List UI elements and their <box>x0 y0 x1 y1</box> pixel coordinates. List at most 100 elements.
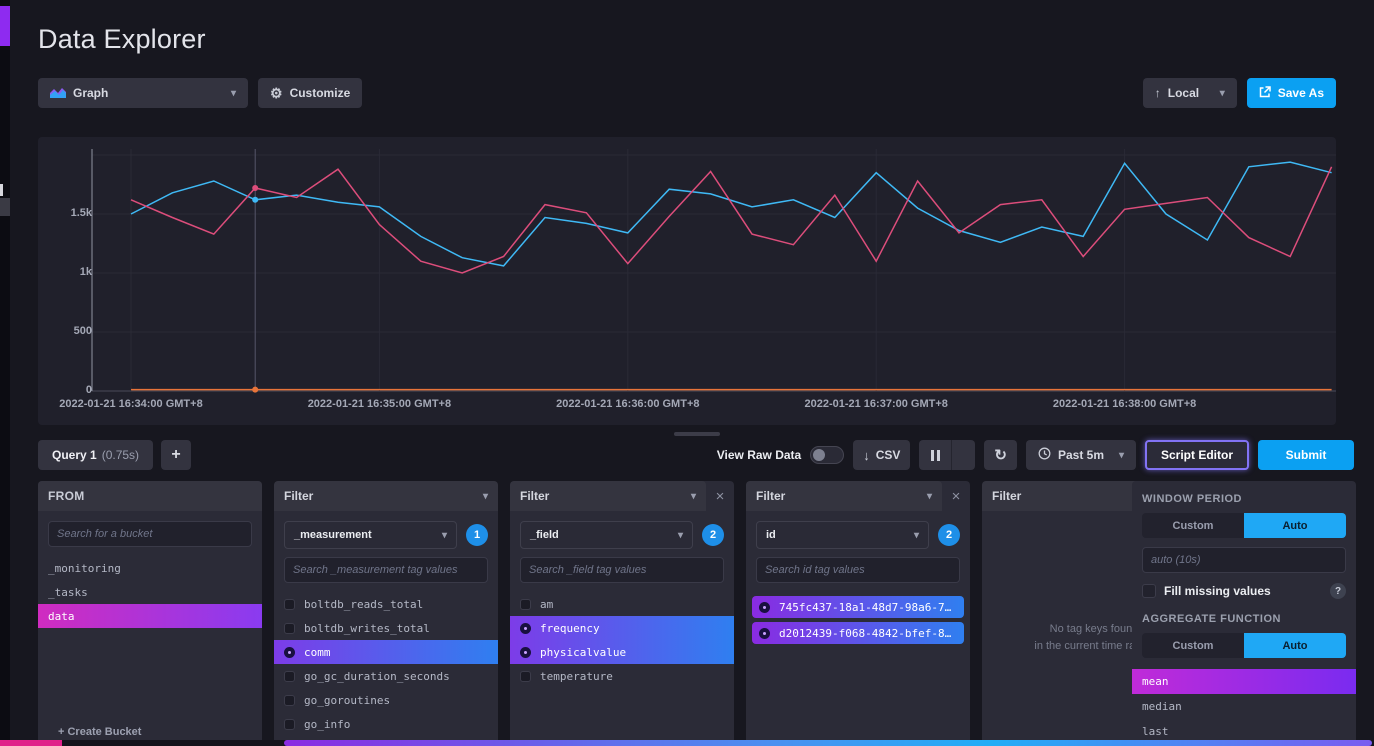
tag-key-dropdown[interactable]: id <box>756 521 929 549</box>
pause-options-button[interactable] <box>951 440 975 470</box>
checkbox-icon <box>284 719 295 730</box>
field-item[interactable]: temperature <box>510 664 734 688</box>
id-value-item[interactable]: d2012439-f068-4842-bfef-8… <box>752 622 964 644</box>
filter-type-dropdown[interactable]: Filter <box>510 481 706 511</box>
measurement-item[interactable]: boltdb_writes_total <box>274 616 498 640</box>
aggregate-function-list: mean median last <box>1132 669 1356 746</box>
from-card: FROM _monitoring_tasksdata + Create Buck… <box>38 481 262 746</box>
window-period-input[interactable] <box>1142 547 1346 573</box>
id-search-input[interactable] <box>756 557 960 583</box>
selected-count-badge: 2 <box>702 524 724 546</box>
nav-rail-accent <box>0 6 10 46</box>
variables-scope-dropdown[interactable]: Local <box>1143 78 1237 108</box>
tag-key-dropdown[interactable]: _measurement <box>284 521 457 549</box>
measurement-item[interactable]: boltdb_reads_total <box>274 592 498 616</box>
fill-missing-checkbox[interactable] <box>1142 584 1156 598</box>
chevron-down-icon <box>1220 88 1225 99</box>
measurement-item[interactable]: comm <box>274 640 498 664</box>
filter-title: Filter <box>756 489 785 503</box>
measurement-item[interactable]: go_gc_duration_seconds <box>274 664 498 688</box>
query-tab-1[interactable]: Query 1 (0.75s) <box>38 440 153 470</box>
field-item[interactable]: am <box>510 592 734 616</box>
pause-button[interactable] <box>919 440 951 470</box>
checkbox-icon <box>284 695 295 706</box>
clock-icon <box>1038 447 1051 463</box>
query-duration: (0.75s) <box>102 448 139 462</box>
chevron-down-icon <box>678 530 683 541</box>
y-axis-tick-label: 0 <box>86 384 92 396</box>
radio-dot-icon <box>759 628 770 639</box>
refresh-button[interactable] <box>984 440 1017 470</box>
view-type-dropdown[interactable]: Graph <box>38 78 248 108</box>
help-icon[interactable] <box>1330 583 1346 599</box>
field-item[interactable]: frequency <box>510 616 734 640</box>
x-axis-tick-label: 2022-01-21 16:37:00 GMT+8 <box>804 398 947 410</box>
measurement-item[interactable]: go_goroutines <box>274 688 498 712</box>
customize-button[interactable]: Customize <box>258 78 362 108</box>
pause-icon <box>931 450 940 461</box>
chevron-down-icon <box>231 88 236 99</box>
bucket-item[interactable]: _tasks <box>38 580 262 604</box>
tag-key-dropdown[interactable]: _field <box>520 521 693 549</box>
page-horizontal-scrollbar[interactable] <box>0 740 1374 746</box>
bucket-item[interactable]: data <box>38 604 262 628</box>
chart-horizontal-scrollbar[interactable] <box>674 432 720 436</box>
y-axis-tick-label: 500 <box>74 325 92 337</box>
query-builder: FROM _monitoring_tasksdata + Create Buck… <box>38 481 1356 746</box>
aggregate-function-item[interactable]: mean <box>1132 669 1356 694</box>
bucket-search-input[interactable] <box>48 521 252 547</box>
filter-type-dropdown[interactable]: Filter <box>746 481 942 511</box>
pause-button-group <box>919 440 975 470</box>
tag-key-label: _field <box>530 529 559 541</box>
query-tab-label: Query 1 <box>52 448 97 462</box>
data-explorer-page: Data Explorer Graph Customize Local <box>10 0 1374 746</box>
scrollbar-thumb[interactable] <box>284 740 1372 746</box>
selected-count-badge: 2 <box>938 524 960 546</box>
field-item[interactable]: physicalvalue <box>510 640 734 664</box>
filter-type-dropdown[interactable]: Filter <box>274 481 498 511</box>
fill-missing-label: Fill missing values <box>1164 584 1271 598</box>
list-item-label: physicalvalue <box>540 646 626 659</box>
x-axis-tick-label: 2022-01-21 16:36:00 GMT+8 <box>556 398 699 410</box>
list-item-label: boltdb_writes_total <box>304 622 430 635</box>
radio-dot-icon <box>520 647 531 658</box>
tag-key-label: id <box>766 529 776 541</box>
view-raw-data-toggle[interactable] <box>810 446 844 464</box>
fill-missing-values-row: Fill missing values <box>1142 583 1346 599</box>
aggregate-auto-option[interactable]: Auto <box>1244 633 1346 658</box>
aggregate-mode-toggle: Custom Auto <box>1142 633 1346 658</box>
aggregate-function-item[interactable]: median <box>1132 694 1356 719</box>
download-icon <box>863 448 870 463</box>
remove-filter-button[interactable] <box>944 484 968 508</box>
window-custom-option[interactable]: Custom <box>1142 513 1244 538</box>
x-axis-tick-label: 2022-01-21 16:35:00 GMT+8 <box>308 398 451 410</box>
save-as-button[interactable]: Save As <box>1247 78 1336 108</box>
submit-button[interactable]: Submit <box>1258 440 1354 470</box>
chart-panel: 05001k1.5k 2022-01-21 16:34:00 GMT+82022… <box>38 137 1336 425</box>
page-title: Data Explorer <box>38 24 1356 55</box>
list-item-label: data <box>48 610 75 623</box>
checkbox-icon <box>520 599 531 610</box>
save-as-label: Save As <box>1278 86 1324 100</box>
area-chart-icon <box>50 86 66 101</box>
script-editor-button[interactable]: Script Editor <box>1145 440 1249 470</box>
download-csv-button[interactable]: CSV <box>853 440 910 470</box>
line-chart[interactable] <box>38 137 1336 425</box>
bucket-item[interactable]: _monitoring <box>38 556 262 580</box>
field-search-input[interactable] <box>520 557 724 583</box>
measurement-item[interactable]: go_info <box>274 712 498 736</box>
list-item-label: last <box>1142 725 1169 738</box>
add-query-button[interactable]: + <box>161 440 191 470</box>
radio-dot-icon <box>520 623 531 634</box>
gear-icon <box>270 85 283 102</box>
list-item-label: median <box>1142 700 1182 713</box>
window-auto-option[interactable]: Auto <box>1244 513 1346 538</box>
id-value-list: 745fc437-18a1-48d7-98a6-7… d2012439-f068-… <box>746 592 970 746</box>
measurement-search-input[interactable] <box>284 557 488 583</box>
customize-label: Customize <box>290 86 351 100</box>
id-value-item[interactable]: 745fc437-18a1-48d7-98a6-7… <box>752 596 964 618</box>
aggregate-custom-option[interactable]: Custom <box>1142 633 1244 658</box>
remove-filter-button[interactable] <box>708 484 732 508</box>
measurement-list: boltdb_reads_total boltdb_writes_totalcom… <box>274 592 498 746</box>
time-range-dropdown[interactable]: Past 5m <box>1026 440 1136 470</box>
